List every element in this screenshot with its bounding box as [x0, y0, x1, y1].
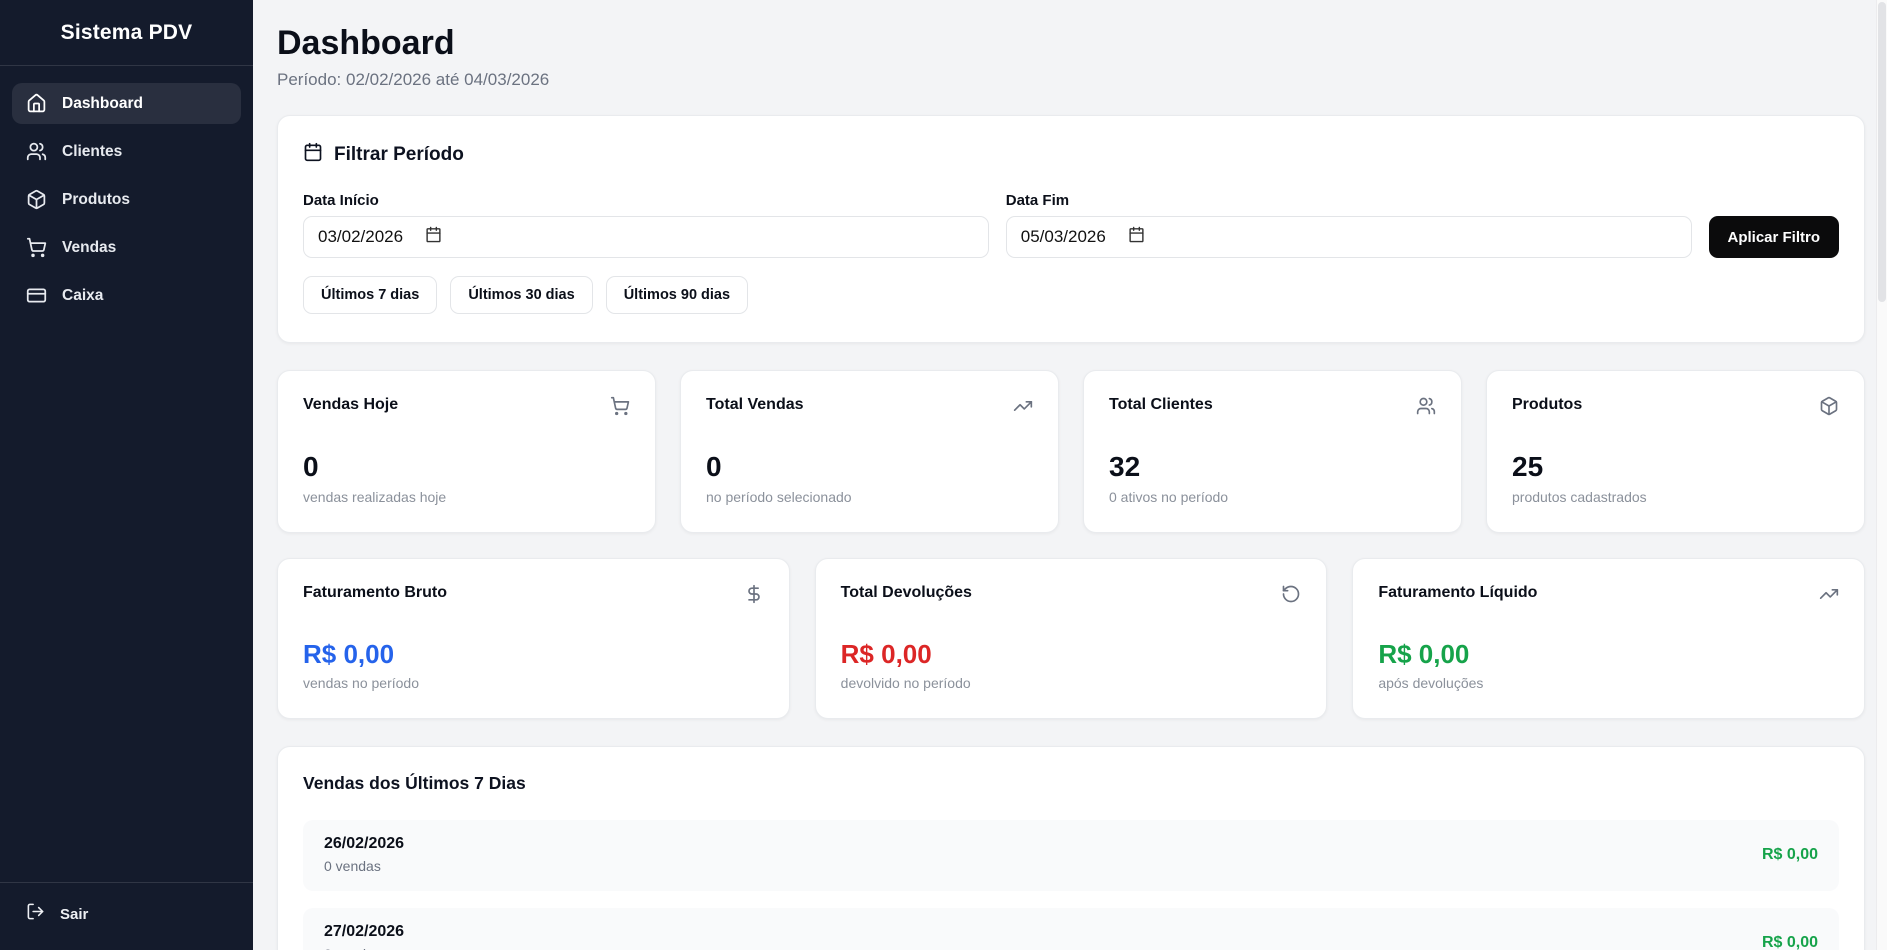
- date-picker-icon[interactable]: [1128, 226, 1145, 248]
- stat-value: 32: [1109, 451, 1141, 482]
- cart-icon: [610, 396, 630, 421]
- quick-filter-7d-button[interactable]: Últimos 7 dias: [303, 276, 438, 314]
- page-period: Período: 02/02/2026 até 04/03/2026: [277, 70, 550, 89]
- quick-filter-30d-button[interactable]: Últimos 30 dias: [450, 276, 593, 314]
- logout-icon: [26, 902, 45, 926]
- calendar-icon: [303, 142, 323, 167]
- sales-week-title: Vendas dos Últimos 7 Dias: [303, 773, 526, 793]
- filter-form: Data Início 03/02/2026 Data Fim 05/03/20…: [303, 192, 1840, 258]
- stat-card-total-clientes: Total Clientes 32 0 ativos no período: [1083, 370, 1462, 533]
- sales-week-list: 26/02/2026 0 vendas R$ 0,00 27/02/2026 0…: [303, 820, 1839, 950]
- stat-card-produtos: Produtos 25 produtos cadastrados: [1486, 370, 1865, 533]
- stat-value: 25: [1512, 451, 1544, 482]
- sales-count: 0 vendas: [324, 858, 381, 874]
- sidebar-header: Sistema PDV: [0, 0, 253, 66]
- stat-caption: no período selecionado: [706, 489, 852, 505]
- stat-card-faturamento-bruto: Faturamento Bruto R$ 0,00 vendas no perí…: [277, 558, 790, 719]
- sidebar-item-caixa[interactable]: Caixa: [12, 275, 241, 316]
- sidebar-item-vendas[interactable]: Vendas: [12, 227, 241, 268]
- start-date-label: Data Início: [303, 192, 379, 209]
- quick-filter-90d-button[interactable]: Últimos 90 dias: [605, 276, 749, 314]
- stat-caption: devolvido no período: [840, 675, 971, 691]
- home-icon: [26, 93, 47, 114]
- stat-title: Total Clientes: [1109, 396, 1213, 413]
- trending-up-icon: [1013, 396, 1033, 421]
- end-date-field-group: Data Fim 05/03/2026: [1005, 192, 1692, 258]
- credit-card-icon: [26, 285, 47, 306]
- app-root: Sistema PDV Dashboard Clientes Produtos: [0, 0, 1887, 950]
- stat-title: Total Vendas: [706, 396, 804, 413]
- sales-amount: R$ 0,00: [1761, 933, 1818, 950]
- sales-row-left: 26/02/2026 0 vendas: [324, 835, 404, 874]
- sales-count: 0 vendas: [324, 946, 404, 950]
- sales-row: 27/02/2026 0 vendas R$ 0,00: [303, 908, 1839, 950]
- sidebar-item-label: Clientes: [62, 142, 123, 160]
- sales-date: 26/02/2026: [324, 835, 405, 852]
- logout-button[interactable]: Sair: [26, 902, 227, 926]
- start-date-input[interactable]: 03/02/2026: [303, 216, 989, 258]
- filter-title: Filtrar Período: [334, 143, 464, 165]
- stats-row: Vendas Hoje 0 vendas realizadas hoje Tot…: [277, 370, 1865, 533]
- package-icon: [26, 189, 47, 210]
- stat-title: Faturamento Bruto: [303, 584, 447, 601]
- filter-card: Filtrar Período Data Início 03/02/2026 D…: [277, 115, 1865, 343]
- end-date-input[interactable]: 05/03/2026: [1005, 216, 1692, 258]
- trending-up-icon: [1819, 584, 1839, 609]
- sales-amount: R$ 0,00: [1761, 845, 1818, 863]
- date-picker-icon[interactable]: [425, 226, 442, 248]
- start-date-value: 03/02/2026: [318, 227, 404, 246]
- package-icon: [1819, 396, 1839, 421]
- scrollbar-thumb[interactable]: [1878, 2, 1886, 302]
- sidebar-footer: Sair: [0, 882, 253, 950]
- users-icon: [26, 141, 47, 162]
- stat-value: R$ 0,00: [303, 639, 395, 669]
- stat-value: 0: [303, 451, 319, 482]
- sidebar: Sistema PDV Dashboard Clientes Produtos: [0, 0, 253, 950]
- cart-icon: [26, 237, 47, 258]
- quick-filters: Últimos 7 dias Últimos 30 dias Últimos 9…: [303, 276, 1839, 314]
- stat-caption: vendas realizadas hoje: [303, 489, 447, 505]
- stat-caption: 0 ativos no período: [1109, 489, 1229, 505]
- sales-row: 26/02/2026 0 vendas R$ 0,00: [303, 820, 1839, 891]
- stat-title: Faturamento Líquido: [1378, 584, 1538, 601]
- stat-card-faturamento-liquido: Faturamento Líquido R$ 0,00 após devoluç…: [1352, 558, 1865, 719]
- sales-week-card: Vendas dos Últimos 7 Dias 26/02/2026 0 v…: [277, 746, 1865, 950]
- stat-card-vendas-hoje: Vendas Hoje 0 vendas realizadas hoje: [277, 370, 656, 533]
- dollar-icon: [744, 584, 764, 609]
- logout-label: Sair: [60, 905, 89, 923]
- stat-caption: produtos cadastrados: [1512, 489, 1647, 505]
- sidebar-item-label: Dashboard: [62, 94, 143, 112]
- stat-title: Vendas Hoje: [303, 396, 399, 413]
- filter-header: Filtrar Período: [303, 142, 1839, 167]
- start-date-field-group: Data Início 03/02/2026: [303, 192, 989, 258]
- sidebar-item-label: Caixa: [62, 286, 104, 304]
- sidebar-item-label: Produtos: [62, 190, 131, 208]
- stat-title: Produtos: [1512, 396, 1583, 413]
- apply-filter-button[interactable]: Aplicar Filtro: [1708, 216, 1840, 258]
- sales-row-left: 27/02/2026 0 vendas: [324, 923, 404, 950]
- end-date-value: 05/03/2026: [1020, 227, 1106, 246]
- stat-card-total-vendas: Total Vendas 0 no período selecionado: [680, 370, 1059, 533]
- stat-value: 0: [706, 451, 722, 482]
- stat-caption: vendas no período: [303, 675, 419, 691]
- users-icon: [1416, 396, 1436, 421]
- sidebar-item-dashboard[interactable]: Dashboard: [12, 83, 241, 124]
- stat-card-total-devolucoes: Total Devoluções R$ 0,00 devolvido no pe…: [814, 558, 1328, 719]
- stat-value: R$ 0,00: [1378, 639, 1470, 669]
- page-title: Dashboard: [277, 24, 455, 62]
- stat-value: R$ 0,00: [840, 639, 932, 669]
- vertical-scrollbar[interactable]: [1876, 0, 1887, 950]
- main-content: Dashboard Período: 02/02/2026 até 04/03/…: [253, 0, 1887, 950]
- end-date-label: Data Fim: [1005, 192, 1070, 209]
- finance-row: Faturamento Bruto R$ 0,00 vendas no perí…: [277, 558, 1865, 719]
- app-title: Sistema PDV: [60, 21, 193, 44]
- sidebar-item-clientes[interactable]: Clientes: [12, 131, 241, 172]
- sidebar-item-produtos[interactable]: Produtos: [12, 179, 241, 220]
- sidebar-nav: Dashboard Clientes Produtos Vendas Caixa: [0, 66, 253, 882]
- sidebar-item-label: Vendas: [62, 238, 117, 256]
- stat-title: Total Devoluções: [840, 584, 972, 601]
- stat-caption: após devoluções: [1378, 675, 1484, 691]
- rotate-ccw-icon: [1281, 584, 1301, 609]
- sales-date: 27/02/2026: [324, 923, 405, 940]
